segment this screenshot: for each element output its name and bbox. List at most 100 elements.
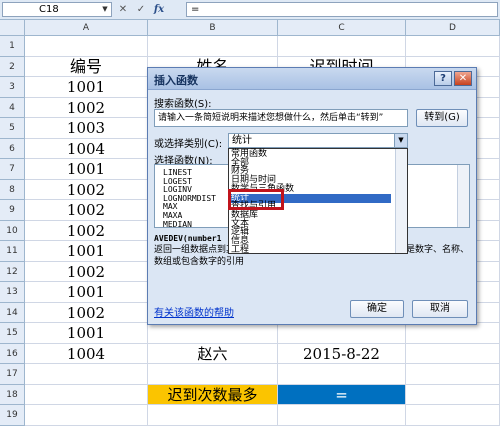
- select-all-corner[interactable]: [0, 20, 25, 36]
- category-list-item[interactable]: 数据库: [231, 210, 391, 220]
- cancel-icon[interactable]: ✕: [116, 3, 130, 17]
- help-icon[interactable]: ?: [434, 71, 452, 86]
- cell-d17[interactable]: [406, 364, 500, 385]
- row-header[interactable]: 8: [0, 179, 25, 200]
- table-row: [25, 405, 500, 426]
- cell-c16[interactable]: 2015-8-22: [278, 343, 406, 364]
- function-help-link[interactable]: 有关该函数的帮助: [154, 304, 234, 319]
- row-header[interactable]: 2: [0, 56, 25, 77]
- table-row: 1004 赵六 2015-8-22: [25, 343, 500, 364]
- cell-a16[interactable]: 1004: [25, 343, 148, 364]
- cell-a14[interactable]: 1002: [25, 302, 148, 323]
- column-header-d[interactable]: D: [406, 20, 500, 36]
- search-label: 搜索函数(S):: [154, 99, 212, 110]
- category-list-item[interactable]: 文本: [231, 219, 391, 229]
- cell-b1[interactable]: [148, 36, 278, 57]
- column-header-c[interactable]: C: [278, 20, 406, 36]
- category-list-item[interactable]: 信息: [231, 237, 391, 246]
- cell-a7[interactable]: 1001: [25, 159, 148, 180]
- enter-icon[interactable]: ✓: [134, 3, 148, 17]
- row-header[interactable]: 9: [0, 200, 25, 221]
- category-list-item[interactable]: 工程: [231, 245, 391, 255]
- cell-c18[interactable]: =: [278, 384, 406, 405]
- row-header[interactable]: 7: [0, 159, 25, 180]
- cell-a4[interactable]: 1002: [25, 97, 148, 118]
- row-header[interactable]: 18: [0, 384, 25, 405]
- row-header[interactable]: 15: [0, 323, 25, 344]
- cell-a15[interactable]: 1001: [25, 323, 148, 344]
- row-header[interactable]: 3: [0, 77, 25, 98]
- row-header[interactable]: 13: [0, 282, 25, 303]
- cell-a17[interactable]: [25, 364, 148, 385]
- cell-c1[interactable]: [278, 36, 406, 57]
- cell-a2[interactable]: 编号: [25, 56, 148, 77]
- cell-a18[interactable]: [25, 384, 148, 405]
- ok-button[interactable]: 确定: [350, 300, 404, 318]
- cell-b15[interactable]: [148, 323, 278, 344]
- formula-input[interactable]: =: [186, 2, 498, 17]
- row-header[interactable]: 14: [0, 302, 25, 323]
- cell-d19[interactable]: [406, 405, 500, 426]
- highlight-box: [228, 189, 284, 210]
- formula-buttons: ✕ ✓ fx: [116, 3, 166, 17]
- cell-d18[interactable]: [406, 384, 500, 405]
- cell-b16[interactable]: 赵六: [148, 343, 278, 364]
- category-list-item[interactable]: 全部: [231, 158, 391, 168]
- category-list-scrollbar[interactable]: [395, 149, 407, 253]
- function-list-item[interactable]: MEDIAN: [163, 220, 192, 229]
- go-button[interactable]: 转到(G): [416, 109, 468, 127]
- category-select[interactable]: 统计 ▼: [228, 133, 408, 148]
- row-header[interactable]: 6: [0, 138, 25, 159]
- row-header[interactable]: 16: [0, 343, 25, 364]
- cell-b19[interactable]: [148, 405, 278, 426]
- row-header[interactable]: 1: [0, 36, 25, 57]
- cell-a1[interactable]: [25, 36, 148, 57]
- chevron-down-icon[interactable]: ▼: [100, 4, 110, 15]
- cell-a10[interactable]: 1002: [25, 220, 148, 241]
- column-header-b[interactable]: B: [148, 20, 278, 36]
- name-box[interactable]: C18 ▼: [2, 2, 112, 17]
- row-header[interactable]: 10: [0, 220, 25, 241]
- cell-d15[interactable]: [406, 323, 500, 344]
- row-header[interactable]: 17: [0, 364, 25, 385]
- insert-function-button[interactable]: fx: [152, 3, 166, 17]
- cell-b17[interactable]: [148, 364, 278, 385]
- cell-a13[interactable]: 1001: [25, 282, 148, 303]
- column-header: A B C D: [0, 20, 500, 36]
- dialog-titlebar[interactable]: 插入函数 ? ✕: [148, 68, 476, 90]
- function-list-scrollbar[interactable]: [457, 165, 469, 227]
- row-header[interactable]: 12: [0, 261, 25, 282]
- formula-bar: C18 ▼ ✕ ✓ fx =: [0, 0, 500, 20]
- chevron-down-icon[interactable]: ▼: [394, 134, 407, 147]
- table-row: 1001: [25, 323, 500, 344]
- row-header[interactable]: 4: [0, 97, 25, 118]
- cell-a8[interactable]: 1002: [25, 179, 148, 200]
- column-header-a[interactable]: A: [25, 20, 148, 36]
- insert-function-dialog: 插入函数 ? ✕ 搜索函数(S): 请输入一条简短说明来描述您想做什么，然后单击…: [147, 67, 477, 325]
- cell-c15[interactable]: [278, 323, 406, 344]
- cell-d16[interactable]: [406, 343, 500, 364]
- category-list-item[interactable]: 常用函数: [231, 150, 391, 159]
- cell-a11[interactable]: 1001: [25, 241, 148, 262]
- cell-a5[interactable]: 1003: [25, 118, 148, 139]
- search-input[interactable]: 请输入一条简短说明来描述您想做什么，然后单击“转到”: [154, 109, 408, 127]
- cell-a3[interactable]: 1001: [25, 77, 148, 98]
- category-list-item[interactable]: 逻辑: [231, 228, 391, 237]
- function-syntax: AVEDEV(number1: [154, 234, 222, 243]
- close-icon[interactable]: ✕: [454, 71, 472, 86]
- cell-a9[interactable]: 1002: [25, 200, 148, 221]
- cancel-button[interactable]: 取消: [412, 300, 468, 318]
- row-header[interactable]: 5: [0, 118, 25, 139]
- cell-d1[interactable]: [406, 36, 500, 57]
- row-header[interactable]: 11: [0, 241, 25, 262]
- dialog-title: 插入函数: [154, 74, 198, 87]
- table-row: [25, 364, 500, 385]
- cell-a12[interactable]: 1002: [25, 261, 148, 282]
- cell-c19[interactable]: [278, 405, 406, 426]
- cell-a6[interactable]: 1004: [25, 138, 148, 159]
- name-box-value: C18: [39, 4, 59, 15]
- cell-b18[interactable]: 迟到次数最多: [148, 384, 278, 405]
- cell-c17[interactable]: [278, 364, 406, 385]
- cell-a19[interactable]: [25, 405, 148, 426]
- row-header[interactable]: 19: [0, 405, 25, 426]
